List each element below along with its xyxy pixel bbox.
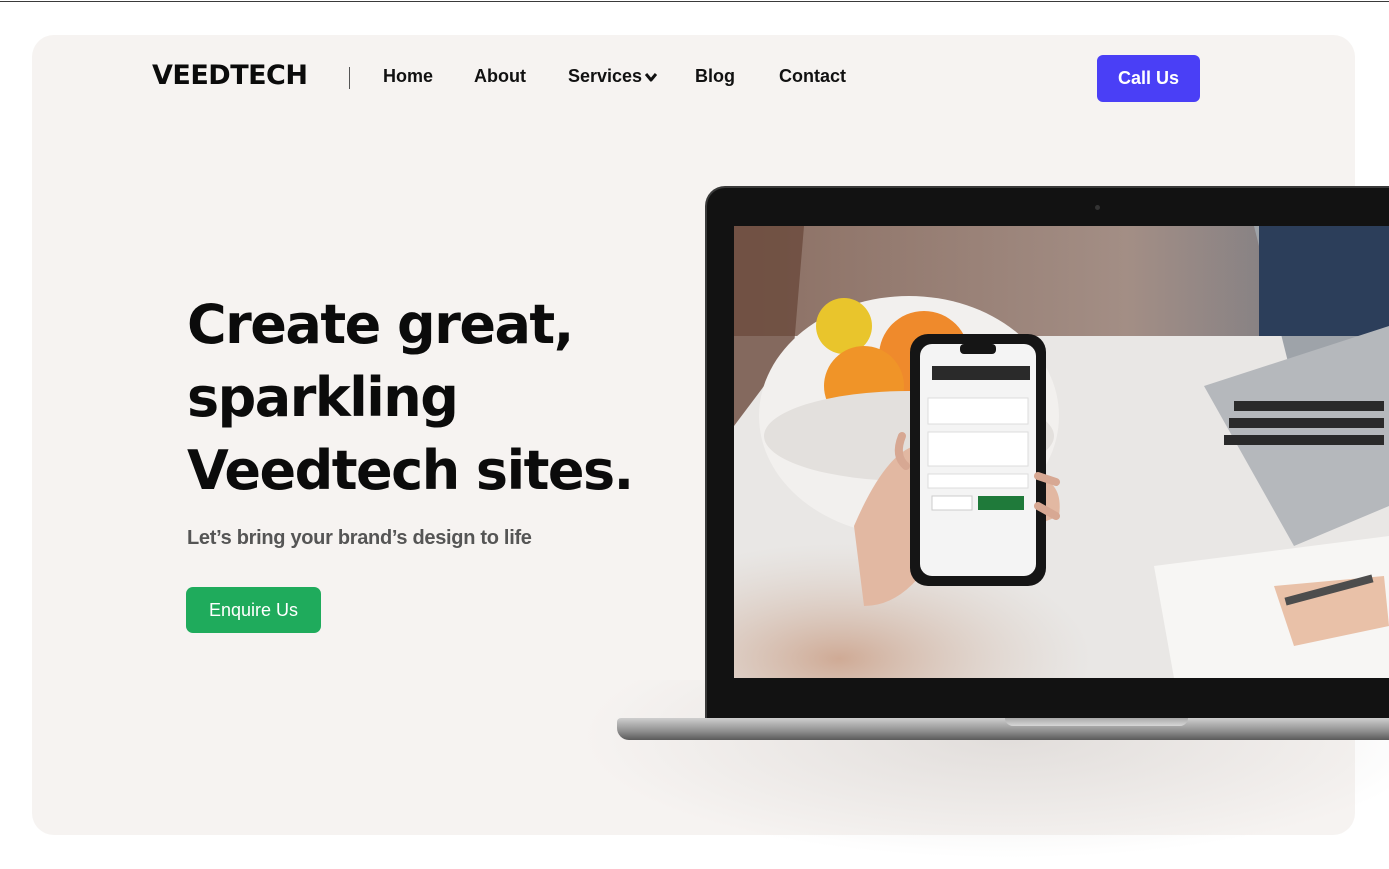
logo[interactable]: VEEDTECH xyxy=(152,60,308,91)
hero-subtitle: Let’s bring your brand’s design to life xyxy=(187,527,532,549)
nav-about[interactable]: About xyxy=(474,66,526,87)
laptop-screen-photo xyxy=(734,226,1389,678)
camera-icon xyxy=(1095,205,1100,210)
hero-photo xyxy=(734,226,1389,678)
hero-title-line-3: Veedtech sites. xyxy=(187,439,634,502)
call-us-button[interactable]: Call Us xyxy=(1097,55,1200,102)
nav-services-label: Services xyxy=(568,66,643,86)
enquire-us-button[interactable]: Enquire Us xyxy=(186,587,321,633)
nav-blog[interactable]: Blog xyxy=(695,66,735,87)
nav-services[interactable]: Services xyxy=(568,66,658,87)
laptop-base xyxy=(617,718,1389,740)
logo-divider xyxy=(349,67,350,89)
chevron-down-icon xyxy=(645,73,658,82)
hero-title-line-1: Create great, xyxy=(187,293,574,356)
nav-contact[interactable]: Contact xyxy=(779,66,846,87)
hero-title: Create great, sparkling Veedtech sites. xyxy=(187,288,647,507)
top-divider xyxy=(0,1,1389,2)
hero-title-line-2: sparkling xyxy=(187,366,459,429)
laptop-notch xyxy=(1005,718,1188,726)
nav-home[interactable]: Home xyxy=(383,66,433,87)
